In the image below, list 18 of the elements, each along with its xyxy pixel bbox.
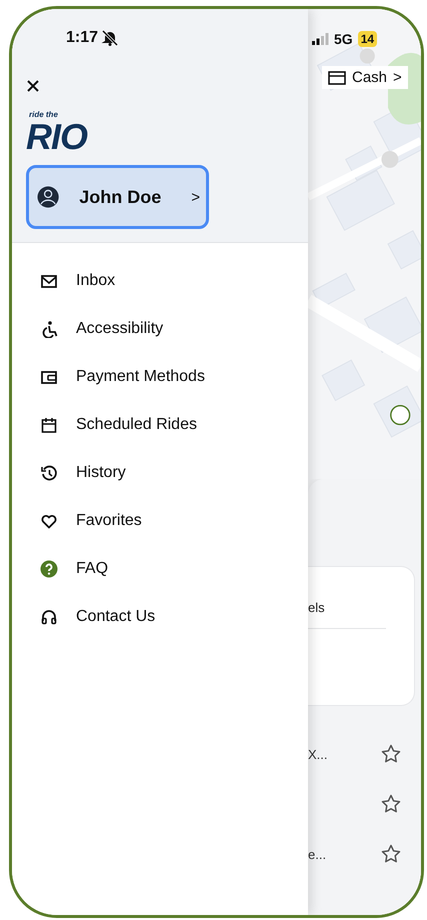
menu-item[interactable]: Favorites: [12, 497, 308, 545]
menu-item[interactable]: Contact Us: [12, 593, 308, 641]
menu-item[interactable]: Payment Methods: [12, 353, 308, 401]
payment-chip[interactable]: Cash >: [322, 66, 408, 89]
place-name[interactable]: X...: [308, 746, 381, 762]
logo-tagline: ride the: [29, 111, 59, 119]
network-label: 5G: [334, 31, 353, 47]
profile-button[interactable]: John Doe >: [26, 165, 209, 229]
menu-item[interactable]: Inbox: [12, 257, 308, 305]
battery-level: 14: [358, 31, 378, 47]
menu-item[interactable]: History: [12, 449, 308, 497]
status-time: 1:17: [66, 29, 98, 47]
card-text: els: [308, 600, 386, 629]
menu-item[interactable]: Scheduled Rides: [12, 401, 308, 449]
place-name[interactable]: e...: [308, 846, 381, 862]
menu-item[interactable]: Accessibility: [12, 305, 308, 353]
logo-text: RIO: [26, 119, 88, 155]
menu-item[interactable]: FAQ: [12, 545, 308, 593]
